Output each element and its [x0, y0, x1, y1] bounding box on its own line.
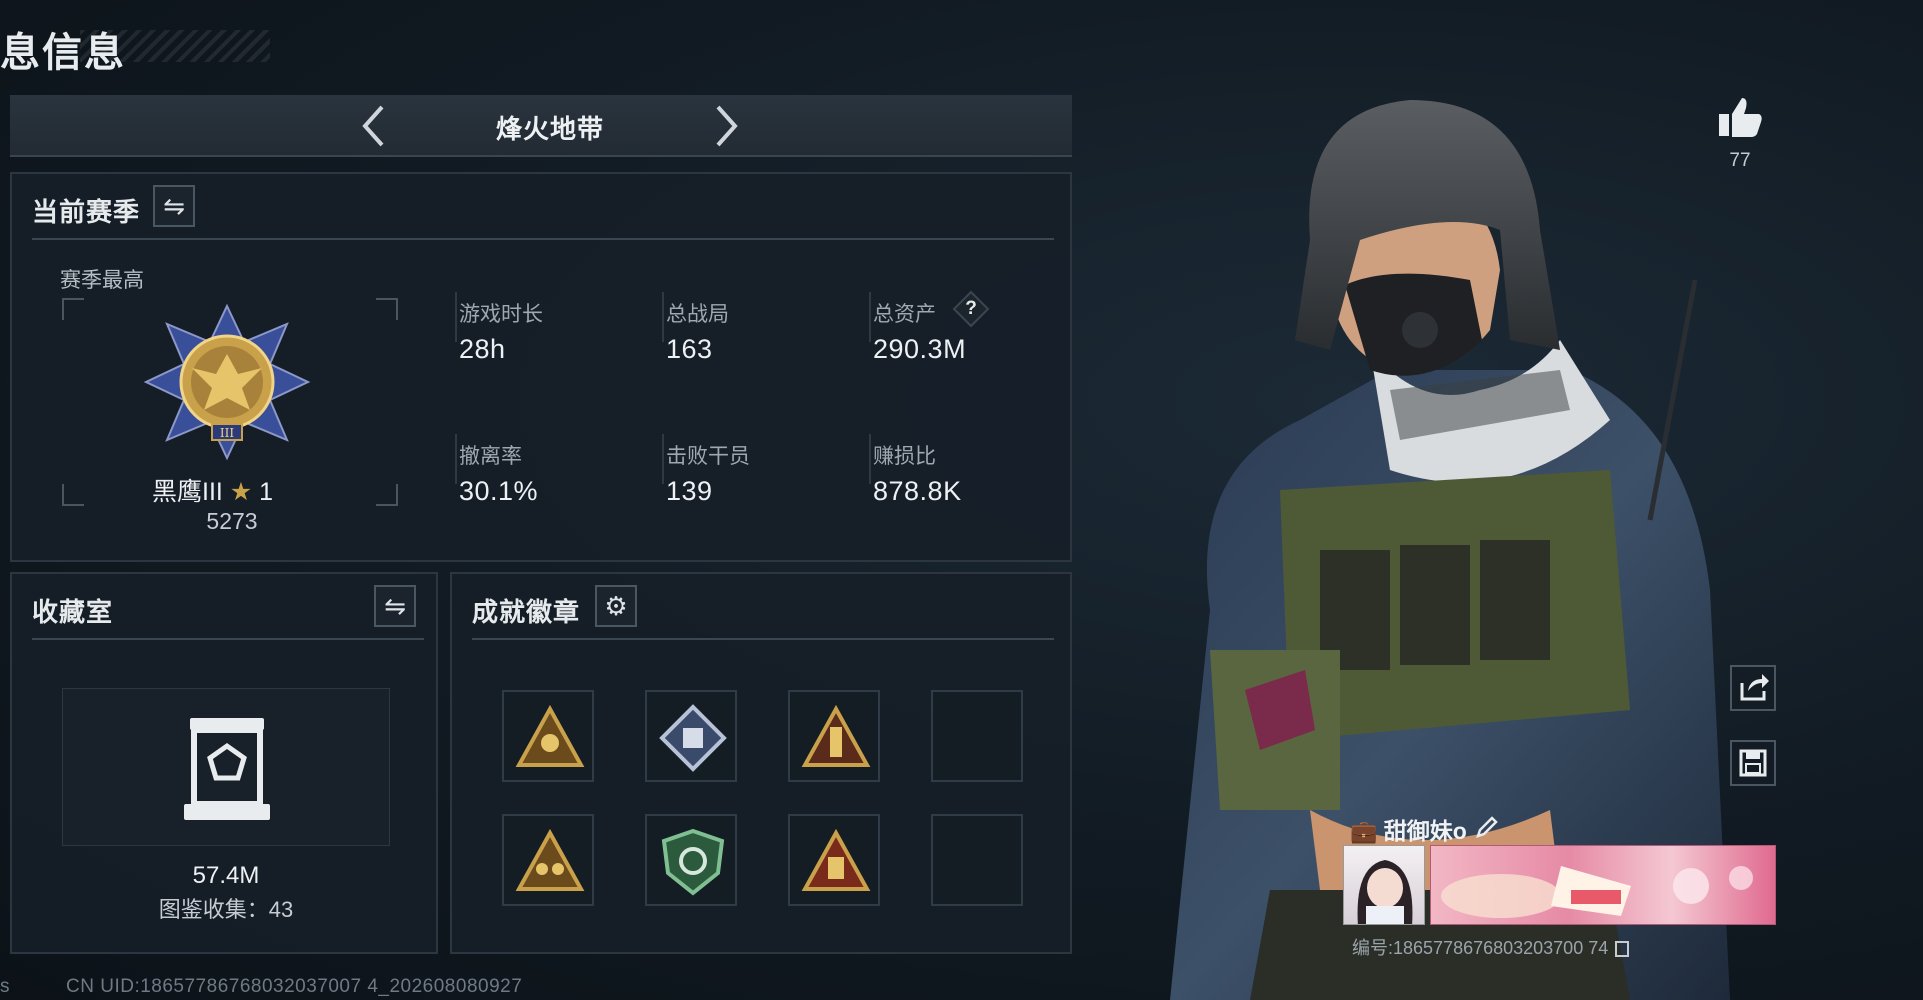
chevron-left-icon [362, 105, 384, 147]
frame-corner [62, 484, 84, 506]
pencil-icon [1476, 816, 1498, 838]
next-mode-button[interactable] [705, 101, 745, 151]
mode-switcher: 烽火地带 [10, 95, 1072, 157]
achievement-badge[interactable] [788, 814, 880, 906]
like-button[interactable] [1715, 92, 1765, 142]
season-panel: 当前赛季 ⇋ 赛季最高 III 黑鹰III ★ 1 5273 游戏时长 28h … [10, 172, 1072, 562]
collection-switch-button[interactable]: ⇋ [374, 585, 416, 627]
collection-title: 收藏室 [32, 597, 114, 627]
achievement-badge[interactable] [502, 690, 594, 782]
swap-icon: ⇋ [163, 191, 185, 221]
collection-divider [32, 638, 424, 640]
rank-line: 黑鹰III ★ 1 [152, 472, 312, 508]
season-switch-button[interactable]: ⇋ [153, 185, 195, 227]
thumbs-up-icon [1719, 98, 1762, 137]
share-button[interactable] [1730, 665, 1776, 711]
collection-value: 57.4M [192, 862, 260, 889]
footer-uid: CN UID:18657786768032037007 4_2026080809… [66, 976, 523, 997]
rank-stars: 1 [259, 478, 274, 506]
stat-separator [662, 292, 664, 342]
season-title: 当前赛季 [32, 197, 141, 227]
edit-name-button[interactable] [1472, 812, 1502, 842]
stat-separator [662, 434, 664, 484]
gear-icon: ⚙ [604, 591, 628, 621]
stat-value-playtime: 28h [459, 334, 506, 364]
avatar-image [1357, 860, 1413, 924]
stat-label-playtime: 游戏时长 [459, 303, 543, 326]
stat-value-profit-loss-ratio: 878.8K [873, 476, 962, 506]
frame-corner [62, 298, 84, 320]
star-icon: ★ [229, 478, 253, 506]
gold-triangle-badge-icon [515, 704, 585, 767]
achievement-badge[interactable] [645, 690, 737, 782]
like-count: 77 [1729, 150, 1751, 171]
swap-icon: ⇋ [384, 591, 406, 621]
achievement-badge-empty[interactable] [931, 690, 1023, 782]
stat-label-total-assets: 总资产 [873, 303, 936, 326]
frame-corner [376, 484, 398, 506]
achievements-title: 成就徽章 [472, 597, 581, 627]
help-icon[interactable]: ? [958, 296, 984, 322]
title-decoration [80, 30, 270, 62]
achievement-badge[interactable] [645, 814, 737, 906]
mode-name: 烽火地带 [495, 114, 604, 144]
achievements-panel: 成就徽章 ⚙ [450, 572, 1072, 954]
player-avatar[interactable] [1343, 845, 1425, 925]
stat-label-operators-defeated: 击败干员 [666, 445, 750, 468]
season-divider [32, 238, 1054, 240]
rank-name: 黑鹰III [152, 478, 223, 506]
display-case-icon [184, 718, 270, 820]
achievement-badge[interactable] [502, 814, 594, 906]
gold-squad-badge-icon [515, 828, 585, 891]
svg-text:III: III [220, 426, 234, 440]
achievement-badge-empty[interactable] [931, 814, 1023, 906]
gold-tower-badge-icon [801, 704, 871, 767]
player-banner-card[interactable] [1430, 845, 1776, 925]
player-name-line: 💼 甜御妹o [1350, 812, 1467, 846]
green-shield-badge-icon [661, 828, 725, 896]
stat-separator [455, 292, 457, 342]
stat-separator [455, 434, 457, 484]
season-best-label: 赛季最高 [60, 269, 144, 292]
stat-label-profit-loss-ratio: 赚损比 [873, 445, 936, 468]
save-icon [1739, 749, 1767, 777]
stat-label-total-matches: 总战局 [666, 303, 729, 326]
player-nickname: 甜御妹o [1383, 818, 1467, 844]
red-triangle-badge-icon [801, 828, 871, 891]
stat-value-extraction-rate: 30.1% [459, 476, 539, 506]
previous-mode-button[interactable] [355, 101, 395, 151]
save-button[interactable] [1730, 740, 1776, 786]
stat-value-total-assets: 290.3M [873, 334, 967, 364]
rank-points: 5273 [206, 508, 258, 534]
stat-separator [869, 292, 871, 342]
silver-diamond-badge-icon [659, 704, 727, 772]
achievements-settings-button[interactable]: ⚙ [595, 585, 637, 627]
frame-corner [376, 298, 398, 320]
collection-panel[interactable]: 收藏室 ⇋ 57.4M 图鉴收集：43 [10, 572, 438, 954]
stat-label-extraction-rate: 撤离率 [459, 445, 522, 468]
catalog-count: 图鉴收集：43 [158, 897, 294, 922]
footer-left-char: s [0, 976, 10, 997]
stat-value-total-matches: 163 [666, 334, 713, 364]
stat-separator [869, 434, 871, 484]
achievements-divider [472, 638, 1054, 640]
cake-banner-image [1441, 866, 1753, 918]
chevron-right-icon [716, 105, 738, 147]
black-hawk-rank-emblem-icon: III [143, 303, 311, 461]
stat-value-operators-defeated: 139 [666, 476, 713, 506]
player-id: 编号:1865778676803203700 74 [1352, 934, 1630, 960]
achievement-badge[interactable] [788, 690, 880, 782]
briefcase-icon: 💼 [1350, 819, 1378, 844]
share-icon [1740, 674, 1769, 701]
copy-id-icon[interactable] [1615, 941, 1630, 958]
